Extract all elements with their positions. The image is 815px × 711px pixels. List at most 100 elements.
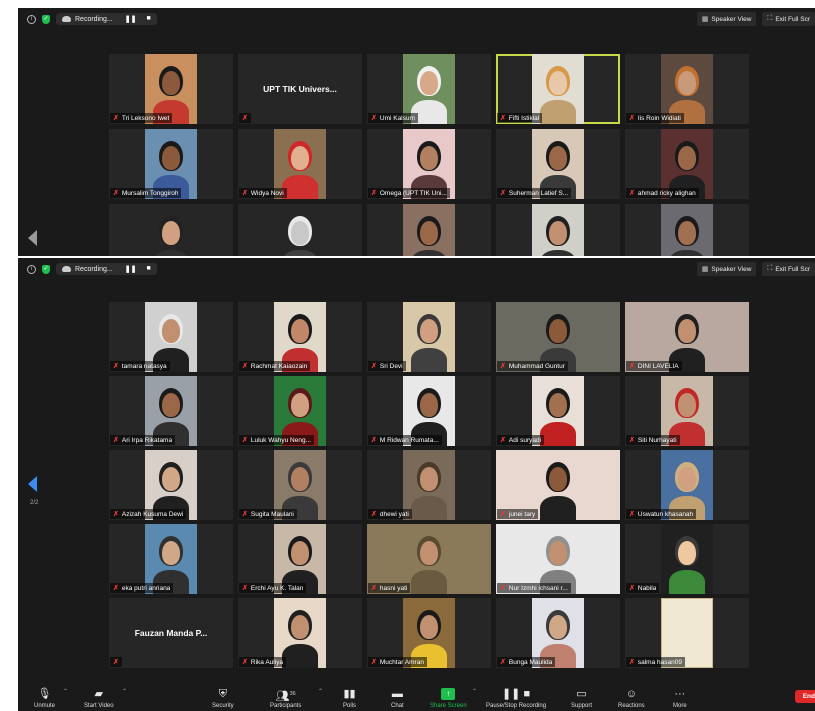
audio-options-caret[interactable]: ⌃ [63,688,68,695]
muted-mic-icon: ✗ [629,659,635,666]
participant-tile[interactable]: ✗ Sugita Maulani [238,450,362,520]
support-button[interactable]: ▭ Support [571,688,592,709]
unmute-label: Unmute [34,703,56,709]
participant-tile[interactable]: ✗ Luluk Wahyu Neng... [238,376,362,446]
shield-icon[interactable]: ✓ [42,14,50,24]
participant-name-tag: ✗ Widya Novi [239,188,287,198]
recording-indicator: Recording... ❚❚ ■ [56,13,157,25]
participant-name: Adi suryadi [508,436,542,444]
participant-tile[interactable]: UPT TIK Univers... ✗ [238,54,362,124]
participant-tile[interactable]: ✗ Azizah Kusuma Dewi [109,450,233,520]
participant-tile[interactable]: ✗ Adi suryadi [496,376,620,446]
pause-icon[interactable]: ❚❚ [125,15,137,23]
participant-tile[interactable]: ✗ junei tary [496,450,620,520]
muted-mic-icon: ✗ [500,115,506,122]
muted-mic-icon: ✗ [113,585,119,592]
pause-stop-recording-button[interactable]: ❚❚ ■ Pause/Stop Recording [486,688,546,709]
info-icon[interactable]: i [27,264,36,274]
participant-tile[interactable]: ✗ Fifti Istiklal [496,54,620,124]
participant-name-tag: ✗ Ari Irpa Rikatama [110,435,176,445]
muted-mic-icon: ✗ [371,659,377,666]
participant-tile[interactable]: ✗ Widya Novi [238,129,362,199]
polls-button[interactable]: ▮▮ Polls [343,688,356,709]
participant-tile[interactable]: ✗ ahmad ricky alighan [625,129,749,199]
exit-fullscreen-button[interactable]: ⛶ Exit Full Scr [762,262,815,276]
start-video-button[interactable]: ▰ Start Video [84,688,114,709]
participant-tile[interactable]: ✗ tamara natasya [109,302,233,372]
meeting-window-page-2: i ✓ Recording... ❚❚ ■ ▦ Speaker View ⛶ Exi… [18,258,815,711]
grid-icon: ▦ [701,266,709,273]
muted-mic-icon: ✗ [242,190,248,197]
security-button[interactable]: ⛨ Security [212,688,234,709]
prev-page-arrow[interactable] [28,476,37,492]
participant-tile[interactable] [625,204,749,256]
participants-label: Participants [270,703,302,709]
speaker-view-label: Speaker View [711,265,752,273]
speaker-view-button[interactable]: ▦ Speaker View [696,12,757,26]
share-options-caret[interactable]: ⌃ [472,688,477,695]
share-screen-button[interactable]: ↑ Share Screen [430,688,467,709]
grid-icon: ▦ [701,16,709,23]
chat-button[interactable]: ▬ Chat [391,688,404,709]
security-shield-icon: ⛨ [218,688,227,700]
speaker-view-button[interactable]: ▦ Speaker View [696,262,757,276]
participant-tile[interactable]: ✗ Uswatun khasanah [625,450,749,520]
muted-mic-icon: ✗ [113,437,119,444]
participant-tile[interactable]: ✗ M Ridwan Rumata... [367,376,491,446]
prev-page-arrow[interactable] [28,230,37,246]
participant-tile[interactable]: ✗ Erchi Ayu K. Talan [238,524,362,594]
stop-icon[interactable]: ■ [146,15,150,23]
participant-name: junei tary [508,510,536,518]
video-options-caret[interactable]: ⌃ [122,688,127,695]
participant-tile[interactable] [238,204,362,256]
participant-name: Omega (UPT TIK Uni... [379,189,447,197]
pause-icon[interactable]: ❚❚ [125,265,137,273]
participant-tile[interactable] [496,204,620,256]
participant-name-tag: ✗ Sri Devi [368,361,406,371]
muted-mic-icon: ✗ [500,585,506,592]
more-button[interactable]: ··· More [673,688,687,709]
participant-tile[interactable]: ✗ Muhammad Guntur [496,302,620,372]
shield-icon[interactable]: ✓ [42,264,50,274]
participant-tile[interactable]: ✗ Omega (UPT TIK Uni... [367,129,491,199]
participants-caret[interactable]: ⌃ [318,688,323,695]
participant-tile[interactable]: ✗ Ari Irpa Rikatama [109,376,233,446]
participant-name-tag: ✗ Muhammad Guntur [497,361,568,371]
participant-tile[interactable]: ✗ Siti Nurhayati [625,376,749,446]
participants-button[interactable]: 👥︎36 Participants [270,688,301,709]
participant-tile[interactable] [109,204,233,256]
participant-tile[interactable]: ✗ eka putri anriana [109,524,233,594]
exit-fullscreen-label: Exit Full Scr [775,265,810,273]
exit-fullscreen-button[interactable]: ⛶ Exit Full Scr [762,12,815,26]
participant-tile[interactable]: ✗ Nabila [625,524,749,594]
muted-mic-icon: ✗ [371,115,377,122]
participant-tile[interactable]: ✗ Iis Roin Widiati [625,54,749,124]
participant-tile[interactable]: ✗ hasni yati [367,524,491,594]
participant-video [145,204,197,256]
participant-tile[interactable]: Fauzan Manda P... ✗ [109,598,233,668]
meeting-window-page-1: i ✓ Recording... ❚❚ ■ ▦ Speaker View ⛶ Exi… [18,8,815,256]
reactions-button[interactable]: ☺ Reactions [618,688,645,709]
unmute-button[interactable]: 🎙︎ Unmute [34,688,55,709]
participant-tile[interactable]: ✗ salma hasan09 [625,598,749,668]
participant-tile[interactable]: ✗ DINI LAVELIA [625,302,749,372]
stop-icon[interactable]: ■ [146,265,150,273]
participant-tile[interactable]: ✗ Rachmat Kaiaozain [238,302,362,372]
participant-tile[interactable]: ✗ Sri Devi [367,302,491,372]
participant-name: dhewi yati [379,510,409,518]
participant-tile[interactable]: ✗ Nur Izmhi ichsani r... [496,524,620,594]
participant-tile[interactable] [367,204,491,256]
participant-tile[interactable]: ✗ Mursalim Tonggiroh [109,129,233,199]
participant-tile[interactable]: ✗ Rika Auliya [238,598,362,668]
participant-tile[interactable]: ✗ Muchtar Amran [367,598,491,668]
participant-name-tag: ✗ Rachmat Kaiaozain [239,361,311,371]
end-meeting-button[interactable]: End [794,690,815,703]
participant-tile[interactable]: ✗ Suherman Latief S... [496,129,620,199]
participant-name: Suherman Latief S... [508,189,569,197]
participant-tile[interactable]: ✗ dhewi yati [367,450,491,520]
participant-tile[interactable]: ✗ Umi Kalsum [367,54,491,124]
info-icon[interactable]: i [27,14,36,24]
participant-tile[interactable]: ✗ Bunga Maulida [496,598,620,668]
participant-tile[interactable]: ✗ Tri Leksono Iwet [109,54,233,124]
participant-name-tag: ✗ tamara natasya [110,361,170,371]
